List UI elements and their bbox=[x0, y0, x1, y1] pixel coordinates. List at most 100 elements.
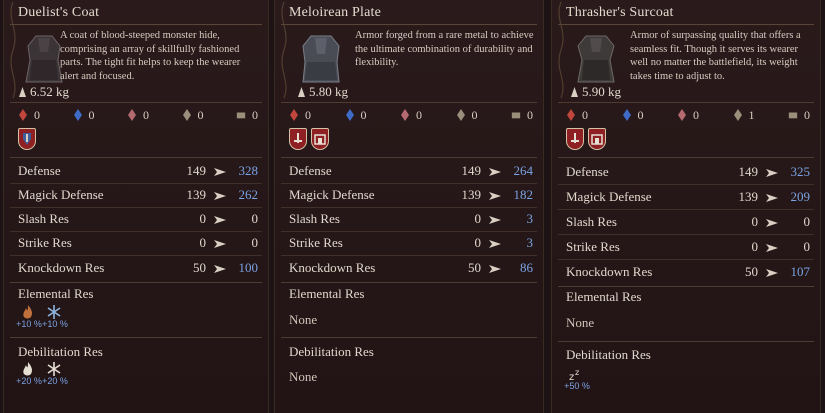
stat-row-strike-res: Strike Res 0 3 bbox=[289, 234, 537, 254]
debilitation-res-heading: Debilitation Res bbox=[566, 347, 651, 362]
red-gem-icon bbox=[290, 109, 298, 121]
arrow-icon bbox=[489, 168, 501, 176]
count-value: 0 bbox=[252, 107, 258, 122]
stat-label: Defense bbox=[18, 163, 61, 178]
stat-row-magick-defense: Magick Defense 139 262 bbox=[18, 186, 262, 206]
divider bbox=[10, 255, 262, 256]
stat-new: 262 bbox=[238, 187, 259, 202]
count-chest: 0 bbox=[788, 107, 810, 123]
stat-current: 139 bbox=[461, 187, 482, 202]
gate-badge-icon bbox=[588, 128, 606, 150]
count-chest: 0 bbox=[511, 107, 533, 123]
stat-new: 264 bbox=[513, 163, 534, 178]
item-card-duelists-coat: Duelist's Coat 6.52 kg A coat of blood-s… bbox=[3, 0, 269, 413]
divider bbox=[10, 282, 262, 283]
sword-badge-icon bbox=[289, 128, 307, 150]
blue-gem-icon bbox=[622, 109, 631, 121]
item-title: Meloirean Plate bbox=[289, 5, 382, 20]
count-value: 0 bbox=[804, 107, 810, 122]
count-chest: 0 bbox=[236, 107, 258, 123]
stat-label: Magick Defense bbox=[18, 187, 104, 202]
divider bbox=[558, 209, 814, 210]
stat-current: 50 bbox=[745, 264, 758, 279]
tan-gem-icon bbox=[182, 109, 191, 121]
ice-icon: +10 % bbox=[42, 304, 68, 329]
stat-row-strike-res: Strike Res 0 0 bbox=[18, 234, 262, 254]
stat-label: Defense bbox=[289, 163, 332, 178]
divider bbox=[10, 24, 262, 25]
elemental-value: +10 % bbox=[16, 319, 42, 329]
svg-text:z: z bbox=[575, 368, 579, 377]
weight-value: 5.90 kg bbox=[582, 84, 621, 99]
arrow-icon bbox=[489, 240, 501, 248]
weight-value: 5.80 kg bbox=[309, 84, 348, 99]
count-red: 0 bbox=[566, 107, 588, 123]
stat-label: Magick Defense bbox=[289, 187, 375, 202]
divider bbox=[10, 183, 262, 184]
divider bbox=[10, 102, 262, 103]
divider bbox=[281, 207, 537, 208]
badges bbox=[566, 128, 606, 150]
arrow-icon bbox=[214, 240, 226, 248]
arrow-icon bbox=[766, 194, 778, 202]
item-card-meloirean-plate: Meloirean Plate 5.80 kg Armor forged fro… bbox=[274, 0, 544, 413]
chest-icon bbox=[511, 112, 521, 119]
pink-gem-icon bbox=[678, 109, 686, 121]
tan-gem-icon bbox=[456, 109, 465, 121]
stat-current: 0 bbox=[751, 214, 759, 229]
elemental-res-heading: Elemental Res bbox=[566, 289, 642, 304]
stat-row-knockdown-res: Knockdown Res 50 100 bbox=[18, 259, 262, 279]
stat-new: 0 bbox=[251, 211, 259, 226]
stat-current: 149 bbox=[461, 163, 482, 178]
stat-current: 0 bbox=[199, 211, 207, 226]
count-value: 1 bbox=[748, 107, 755, 122]
divider bbox=[558, 234, 814, 235]
item-card-thrashers-surcoat: Thrasher's Surcoat 5.90 kg Armor of surp… bbox=[551, 0, 821, 413]
divider bbox=[10, 207, 262, 208]
divider bbox=[558, 24, 814, 25]
enhancement-counts: 0 0 0 0 0 bbox=[18, 107, 258, 123]
stat-row-defense: Defense 149 264 bbox=[289, 162, 537, 182]
stat-row-magick-defense: Magick Defense 139 182 bbox=[289, 186, 537, 206]
stat-current: 0 bbox=[751, 239, 759, 254]
stat-new: 86 bbox=[520, 260, 533, 275]
debilitation-value: +20 % bbox=[42, 376, 68, 386]
stat-label: Knockdown Res bbox=[18, 260, 105, 275]
red-gem-icon bbox=[567, 109, 575, 121]
divider bbox=[281, 282, 537, 283]
elemental-res-heading: Elemental Res bbox=[289, 286, 365, 301]
stat-row-defense: Defense 149 328 bbox=[18, 162, 262, 182]
item-description: Armor forged from a rare metal to achiev… bbox=[355, 30, 534, 68]
stat-row-slash-res: Slash Res 0 3 bbox=[289, 210, 537, 230]
arrow-icon bbox=[214, 168, 226, 176]
count-value: 0 bbox=[471, 107, 478, 122]
stat-row-slash-res: Slash Res 0 0 bbox=[18, 210, 262, 230]
count-pink: 0 bbox=[677, 107, 699, 123]
weight-icon bbox=[298, 86, 305, 97]
item-title: Thrasher's Surcoat bbox=[566, 5, 674, 20]
blue-gem-icon bbox=[73, 109, 82, 121]
elemental-res-none: None bbox=[289, 312, 318, 327]
gate-badge-icon bbox=[311, 128, 329, 150]
stat-current: 0 bbox=[199, 235, 207, 250]
badges bbox=[289, 128, 329, 150]
debilitation-res-none: None bbox=[289, 369, 318, 384]
stat-new: 100 bbox=[238, 260, 259, 275]
count-value: 0 bbox=[693, 107, 699, 122]
debilitation-res-list: zz +50 % bbox=[564, 366, 590, 391]
stat-new: 107 bbox=[790, 264, 811, 279]
stat-label: Defense bbox=[566, 164, 609, 179]
count-value: 0 bbox=[34, 107, 40, 122]
elemental-res-none: None bbox=[566, 315, 595, 330]
stat-new: 328 bbox=[238, 163, 259, 178]
item-description: Armor of surpassing quality that offers … bbox=[630, 30, 801, 82]
elemental-res-list: +10 % +10 % bbox=[16, 304, 68, 329]
badges bbox=[18, 128, 36, 150]
debilitation-value: +20 % bbox=[16, 376, 42, 386]
debilitation-res-list: +20 % +20 % bbox=[16, 361, 68, 386]
debilitation-res-heading: Debilitation Res bbox=[18, 344, 103, 359]
chest-icon bbox=[236, 112, 246, 119]
blue-gem-icon bbox=[345, 109, 354, 121]
item-description: A coat of blood-steeped monster hide, co… bbox=[60, 30, 241, 82]
pink-gem-icon bbox=[128, 109, 136, 121]
